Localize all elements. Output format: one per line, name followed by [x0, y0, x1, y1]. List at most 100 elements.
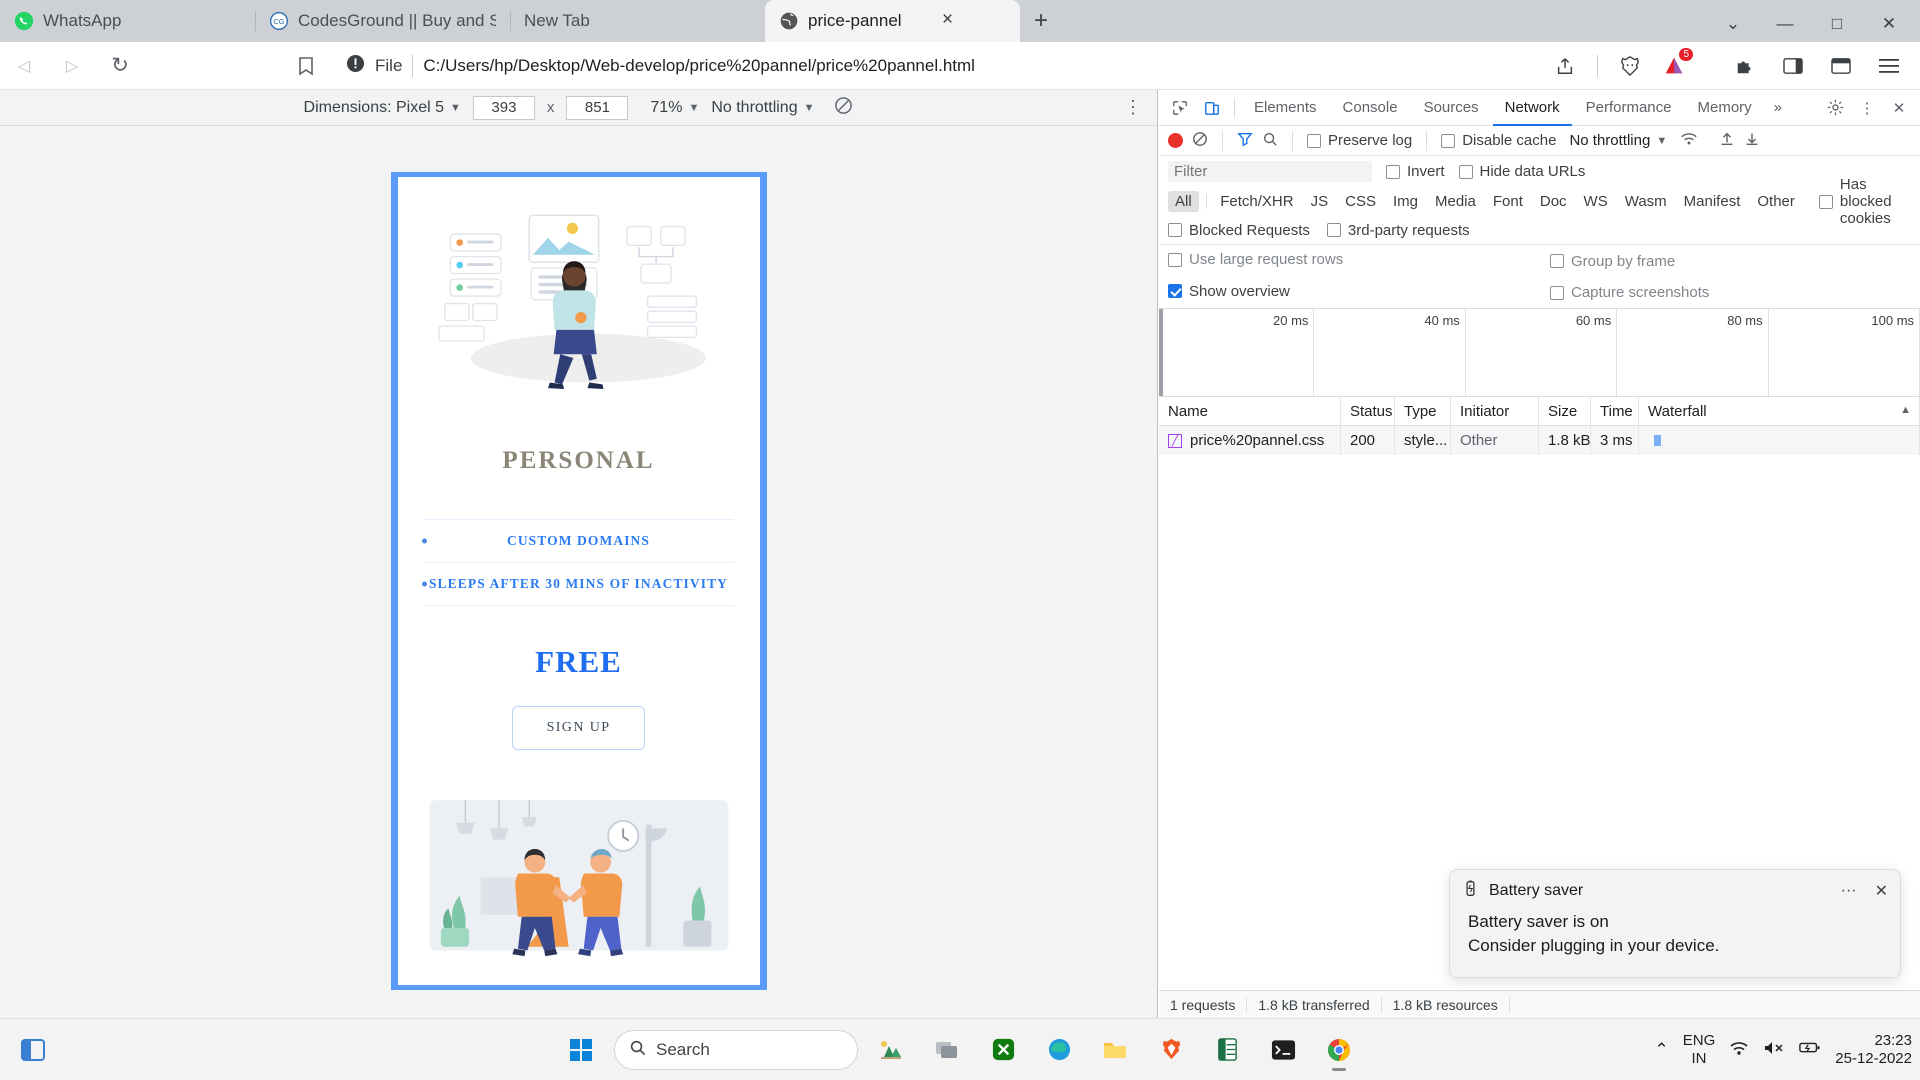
search-icon[interactable] — [1262, 131, 1278, 151]
type-filter-font[interactable]: Font — [1486, 191, 1530, 212]
back-button[interactable]: ◁ — [7, 49, 41, 83]
viewport-width-input[interactable]: 393 — [472, 95, 535, 120]
browser-tab-price-pannel[interactable]: price-pannel × — [765, 0, 1020, 42]
address-bar[interactable]: File C:/Users/hp/Desktop/Web-develop/pri… — [346, 49, 1525, 83]
language-indicator[interactable]: ENG IN — [1683, 1032, 1716, 1067]
network-conditions-icon[interactable] — [1680, 131, 1698, 150]
column-header-type[interactable]: Type — [1395, 397, 1451, 425]
type-filter-css[interactable]: CSS — [1338, 191, 1383, 212]
volume-muted-icon[interactable] — [1763, 1040, 1785, 1060]
wifi-icon[interactable] — [1729, 1040, 1749, 1060]
type-filter-wasm[interactable]: Wasm — [1618, 191, 1674, 212]
filter-input[interactable] — [1168, 161, 1372, 182]
zoom-select[interactable]: 71% ▼ — [650, 99, 699, 117]
chevron-down-icon[interactable]: ⌄ — [1720, 14, 1746, 34]
site-info-icon[interactable] — [346, 54, 365, 78]
column-header-waterfall[interactable]: Waterfall ▲ — [1639, 397, 1920, 425]
export-har-icon[interactable] — [1744, 131, 1760, 151]
extension-icon-badge[interactable]: 5 — [1661, 47, 1693, 79]
type-filter-ws[interactable]: WS — [1577, 191, 1615, 212]
use-large-request-rows-checkbox[interactable]: Use large request rows — [1168, 251, 1343, 268]
tray-chevron-up-icon[interactable]: ⌃ — [1655, 1040, 1669, 1060]
xbox-icon[interactable] — [980, 1027, 1026, 1073]
type-filter-media[interactable]: Media — [1428, 191, 1483, 212]
minimize-button[interactable]: — — [1772, 14, 1798, 34]
brave-icon[interactable] — [1148, 1027, 1194, 1073]
devtools-tab-network[interactable]: Network — [1493, 90, 1572, 126]
browser-tab-whatsapp[interactable]: WhatsApp — [0, 0, 255, 42]
terminal-icon[interactable] — [1260, 1027, 1306, 1073]
device-toolbar-more-icon[interactable]: ⋮ — [1124, 97, 1143, 118]
show-overview-checkbox[interactable]: Show overview — [1168, 283, 1290, 300]
disable-cache-checkbox[interactable]: Disable cache — [1441, 132, 1556, 149]
taskbar-widgets[interactable] — [10, 1027, 56, 1073]
close-icon[interactable]: ✕ — [1884, 94, 1914, 122]
hamburger-menu-icon[interactable] — [1872, 49, 1906, 83]
type-filter-img[interactable]: Img — [1386, 191, 1425, 212]
browser-tab-codesground[interactable]: CG CodesGround || Buy and Sell Codes Onl… — [255, 0, 510, 42]
column-header-name[interactable]: Name — [1159, 397, 1341, 425]
browser-tab-new-tab[interactable]: New Tab — [510, 0, 765, 42]
inspect-element-icon[interactable] — [1165, 94, 1195, 122]
devtools-tab-elements[interactable]: Elements — [1242, 90, 1329, 126]
column-header-size[interactable]: Size — [1539, 397, 1591, 425]
capture-screenshots-checkbox[interactable]: Capture screenshots — [1550, 284, 1709, 301]
share-icon[interactable] — [1548, 49, 1582, 83]
close-icon[interactable]: × — [937, 10, 959, 32]
type-filter-fetch-xhr[interactable]: Fetch/XHR — [1213, 191, 1300, 212]
windows-start-icon[interactable] — [558, 1027, 604, 1073]
type-filter-js[interactable]: JS — [1304, 191, 1336, 212]
rotate-icon[interactable] — [834, 96, 853, 120]
battery-saver-notification[interactable]: Battery saver ··· ✕ Battery saver is on … — [1449, 869, 1901, 978]
column-header-status[interactable]: Status — [1341, 397, 1395, 425]
collections-icon[interactable] — [1824, 49, 1858, 83]
devtools-tab-performance[interactable]: Performance — [1574, 90, 1684, 126]
widgets-icon[interactable] — [10, 1027, 56, 1073]
chrome-icon[interactable] — [1316, 1027, 1362, 1073]
puzzle-icon[interactable] — [1728, 49, 1762, 83]
task-view-icon[interactable] — [924, 1027, 970, 1073]
network-overview-timeline[interactable]: 20 ms 40 ms 60 ms 80 ms 100 ms — [1159, 309, 1920, 397]
bookmark-icon[interactable] — [289, 49, 323, 83]
clock[interactable]: 23:23 25-12-2022 — [1835, 1032, 1912, 1067]
taskbar-search-box[interactable]: Search — [614, 1029, 858, 1070]
new-tab-button[interactable]: + — [1024, 4, 1058, 38]
sidebar-icon[interactable] — [1776, 49, 1810, 83]
weather-icon[interactable] — [868, 1027, 914, 1073]
filter-icon[interactable] — [1237, 131, 1253, 151]
close-window-button[interactable]: ✕ — [1876, 14, 1902, 34]
type-filter-doc[interactable]: Doc — [1533, 191, 1574, 212]
third-party-requests-checkbox[interactable]: 3rd-party requests — [1326, 222, 1470, 239]
more-vertical-icon[interactable]: ⋮ — [1852, 94, 1882, 122]
forward-button[interactable]: ▷ — [55, 49, 89, 83]
sign-up-button[interactable]: SIGN UP — [511, 706, 646, 750]
excel-icon[interactable] — [1204, 1027, 1250, 1073]
throttling-select[interactable]: No throttling ▼ — [711, 99, 814, 117]
close-icon[interactable]: ✕ — [1875, 881, 1888, 901]
type-filter-other[interactable]: Other — [1750, 191, 1802, 212]
devtools-tab-console[interactable]: Console — [1331, 90, 1410, 126]
viewport-height-input[interactable]: 851 — [566, 95, 629, 120]
record-icon[interactable] — [1168, 133, 1183, 148]
more-options-icon[interactable]: ··· — [1841, 882, 1857, 900]
gear-icon[interactable] — [1820, 94, 1850, 122]
battery-saver-icon[interactable] — [1799, 1040, 1821, 1059]
brave-lion-icon[interactable] — [1613, 49, 1647, 83]
type-filter-all[interactable]: All — [1168, 191, 1199, 212]
invert-checkbox[interactable]: Invert — [1386, 163, 1445, 180]
more-tabs-icon[interactable]: » — [1766, 99, 1790, 116]
column-header-time[interactable]: Time — [1591, 397, 1639, 425]
network-throttling-select[interactable]: No throttling ▼ — [1569, 132, 1667, 149]
device-preset-select[interactable]: Dimensions: Pixel 5 ▼ — [304, 99, 461, 117]
edge-icon[interactable] — [1036, 1027, 1082, 1073]
maximize-button[interactable]: □ — [1824, 14, 1850, 34]
devtools-tab-sources[interactable]: Sources — [1412, 90, 1491, 126]
group-by-frame-checkbox[interactable]: Group by frame — [1550, 253, 1675, 270]
hide-data-urls-checkbox[interactable]: Hide data URLs — [1458, 163, 1585, 180]
import-har-icon[interactable] — [1719, 131, 1735, 151]
reload-button[interactable]: ↻ — [103, 49, 137, 83]
blocked-requests-checkbox[interactable]: Blocked Requests — [1168, 222, 1310, 239]
device-toolbar-icon[interactable] — [1197, 94, 1227, 122]
file-explorer-icon[interactable] — [1092, 1027, 1138, 1073]
devtools-tab-memory[interactable]: Memory — [1686, 90, 1764, 126]
